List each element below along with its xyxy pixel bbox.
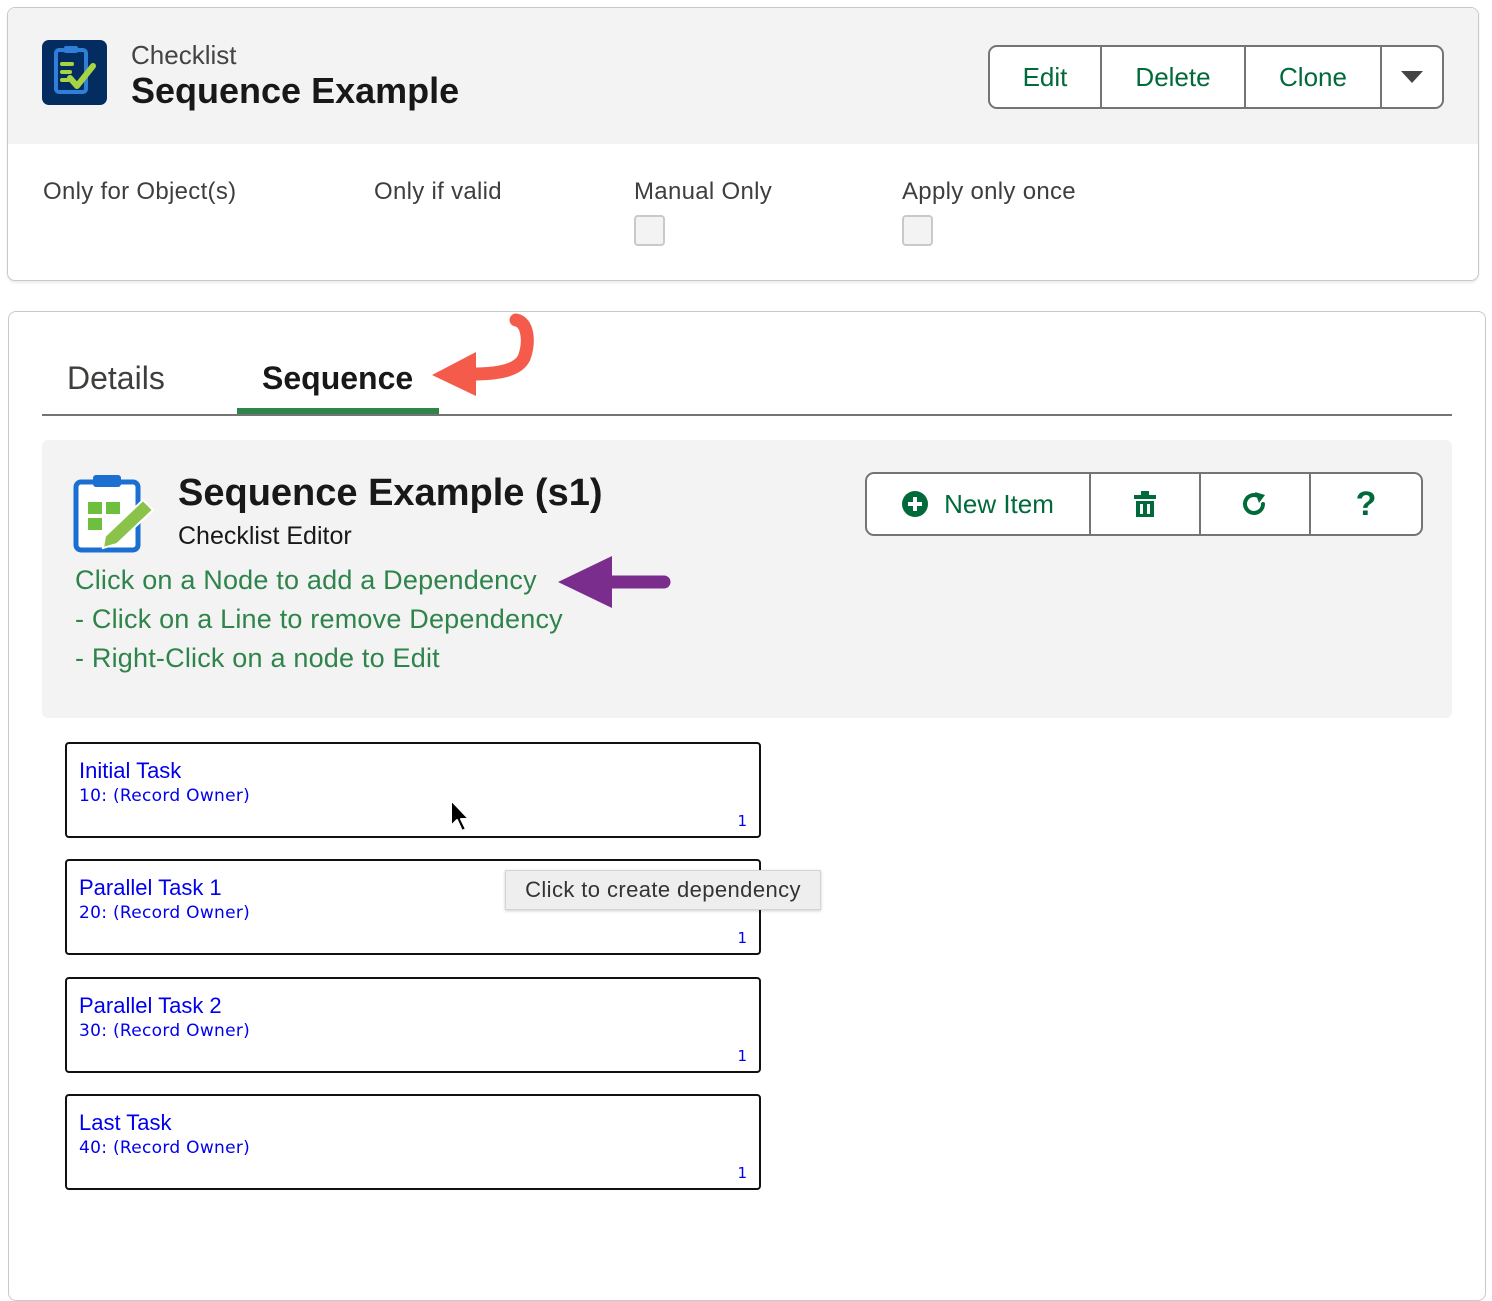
chevron-down-icon [1401, 71, 1423, 83]
mouse-cursor-icon [450, 799, 470, 832]
sequence-node-last-task[interactable]: Last Task 40: (Record Owner) 1 [65, 1094, 761, 1190]
active-tab-indicator [237, 408, 439, 414]
delete-button[interactable]: Delete [1102, 47, 1246, 107]
sequence-editor-panel: Sequence Example (s1) Checklist Editor C… [42, 440, 1452, 718]
hint-add-dependency: Click on a Node to add a Dependency [75, 565, 537, 595]
refresh-button[interactable] [1201, 474, 1311, 534]
edit-button[interactable]: Edit [990, 47, 1102, 107]
node-title: Parallel Task 2 [79, 993, 222, 1018]
node-subtitle: 10: (Record Owner) [79, 786, 251, 806]
tab-bar: Details Sequence [42, 312, 1452, 416]
red-annotation-arrow-icon [432, 313, 534, 396]
field-only-if-valid-label: Only if valid [374, 178, 502, 205]
field-apply-only-once-label: Apply only once [902, 178, 1076, 205]
more-actions-button[interactable] [1382, 47, 1442, 107]
dependency-tooltip: Click to create dependency [505, 870, 821, 910]
tab-sequence[interactable]: Sequence [262, 360, 413, 397]
node-title: Initial Task [79, 758, 182, 783]
node-title: Last Task [79, 1110, 172, 1135]
node-count: 1 [737, 1047, 747, 1065]
sequence-node-initial-task[interactable]: Initial Task 10: (Record Owner) 1 [65, 742, 761, 838]
node-count: 1 [737, 1164, 747, 1182]
record-header: Checklist Sequence Example Edit Delete C… [8, 8, 1478, 144]
field-manual-only-label: Manual Only [634, 178, 773, 205]
editor-subtitle: Checklist Editor [178, 522, 352, 550]
field-only-for-objects-label: Only for Object(s) [43, 178, 237, 205]
node-subtitle: 30: (Record Owner) [79, 1021, 251, 1041]
help-icon: ? [1355, 484, 1377, 523]
editor-toolbar: New Item ? [865, 472, 1423, 536]
new-item-button[interactable]: New Item [867, 474, 1091, 534]
apply-only-once-checkbox[interactable] [902, 215, 933, 246]
node-count: 1 [737, 929, 747, 947]
tabset-card: Details Sequence Sequence Example (s1) C… [8, 311, 1486, 1301]
tab-details[interactable]: Details [67, 360, 165, 397]
refresh-icon [1243, 492, 1265, 515]
record-title: Sequence Example [131, 70, 460, 111]
hint-remove-dependency: - Click on a Line to remove Dependency [75, 604, 563, 634]
editor-title: Sequence Example (s1) [178, 472, 603, 514]
node-count: 1 [737, 812, 747, 830]
clipboard-edit-icon [73, 475, 155, 553]
add-icon [902, 491, 929, 517]
new-item-label: New Item [944, 488, 1054, 519]
sequence-node-parallel-task-2[interactable]: Parallel Task 2 30: (Record Owner) 1 [65, 977, 761, 1073]
record-header-card: Checklist Sequence Example Edit Delete C… [7, 7, 1479, 281]
clone-button[interactable]: Clone [1246, 47, 1382, 107]
record-type-label: Checklist [131, 40, 237, 70]
node-title: Parallel Task 1 [79, 875, 222, 900]
node-subtitle: 20: (Record Owner) [79, 903, 251, 923]
trash-icon [1134, 491, 1156, 517]
purple-annotation-arrow-icon [558, 556, 671, 608]
node-subtitle: 40: (Record Owner) [79, 1138, 251, 1158]
record-actions: Edit Delete Clone [988, 45, 1444, 109]
delete-item-button[interactable] [1091, 474, 1201, 534]
manual-only-checkbox[interactable] [634, 215, 665, 246]
help-button[interactable]: ? [1311, 474, 1421, 534]
hint-edit-node: - Right-Click on a node to Edit [75, 643, 440, 673]
checklist-icon [42, 40, 107, 105]
